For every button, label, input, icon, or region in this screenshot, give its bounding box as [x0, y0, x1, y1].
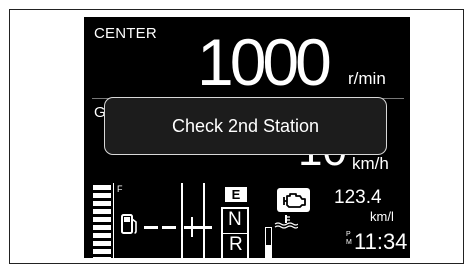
gear-reverse: R: [229, 234, 243, 255]
gear-mode-badge: E: [225, 187, 247, 202]
fuel-scale-line: [113, 183, 114, 258]
speed-unit: km/h: [352, 154, 389, 173]
clock-ampm: P M: [346, 231, 352, 247]
gear-neutral: N: [228, 209, 242, 230]
fuel-level-bar: [93, 193, 111, 198]
fuel-level-bar: [93, 201, 111, 206]
fuel-level-bar: [93, 233, 111, 238]
fuel-level-bar: [93, 241, 111, 246]
left-tick: [144, 226, 158, 229]
rpm-label: CENTER: [94, 25, 157, 42]
popup-text: Check 2nd Station: [171, 115, 320, 136]
fuel-economy-unit: km/l: [370, 209, 394, 224]
right-vertical-line: [203, 183, 205, 258]
clock-am-mark: M: [346, 239, 352, 246]
rpm-unit: r/min: [348, 69, 386, 88]
fuel-full-mark: F: [117, 184, 123, 194]
left-inner-tick: [162, 226, 176, 229]
rpm-value: 1000: [197, 25, 332, 99]
popup-message: Check 2nd Station: [104, 97, 387, 155]
clock-time: 11:34: [354, 229, 408, 254]
center-bar: [184, 226, 212, 229]
left-vertical-line: [181, 183, 183, 258]
fuel-economy-value: 123.4: [334, 187, 382, 208]
fuel-level-bar: [93, 185, 111, 190]
check-engine-icon: [277, 188, 310, 212]
coolant-temperature-icon: [274, 215, 299, 234]
fuel-level-bar: [93, 225, 111, 230]
fuel-level-bar: [93, 257, 111, 258]
clock-pm-mark: P: [346, 231, 351, 238]
instrument-display: CENTER 1000 r/min G 10 km/h Check 2nd St…: [84, 17, 410, 258]
fuel-level-bar: [93, 209, 111, 214]
temperature-fill: [266, 245, 271, 258]
fuel-level-bar: [93, 217, 111, 222]
fuel-level-bar: [93, 249, 111, 254]
fuel-pump-icon: [121, 213, 139, 240]
